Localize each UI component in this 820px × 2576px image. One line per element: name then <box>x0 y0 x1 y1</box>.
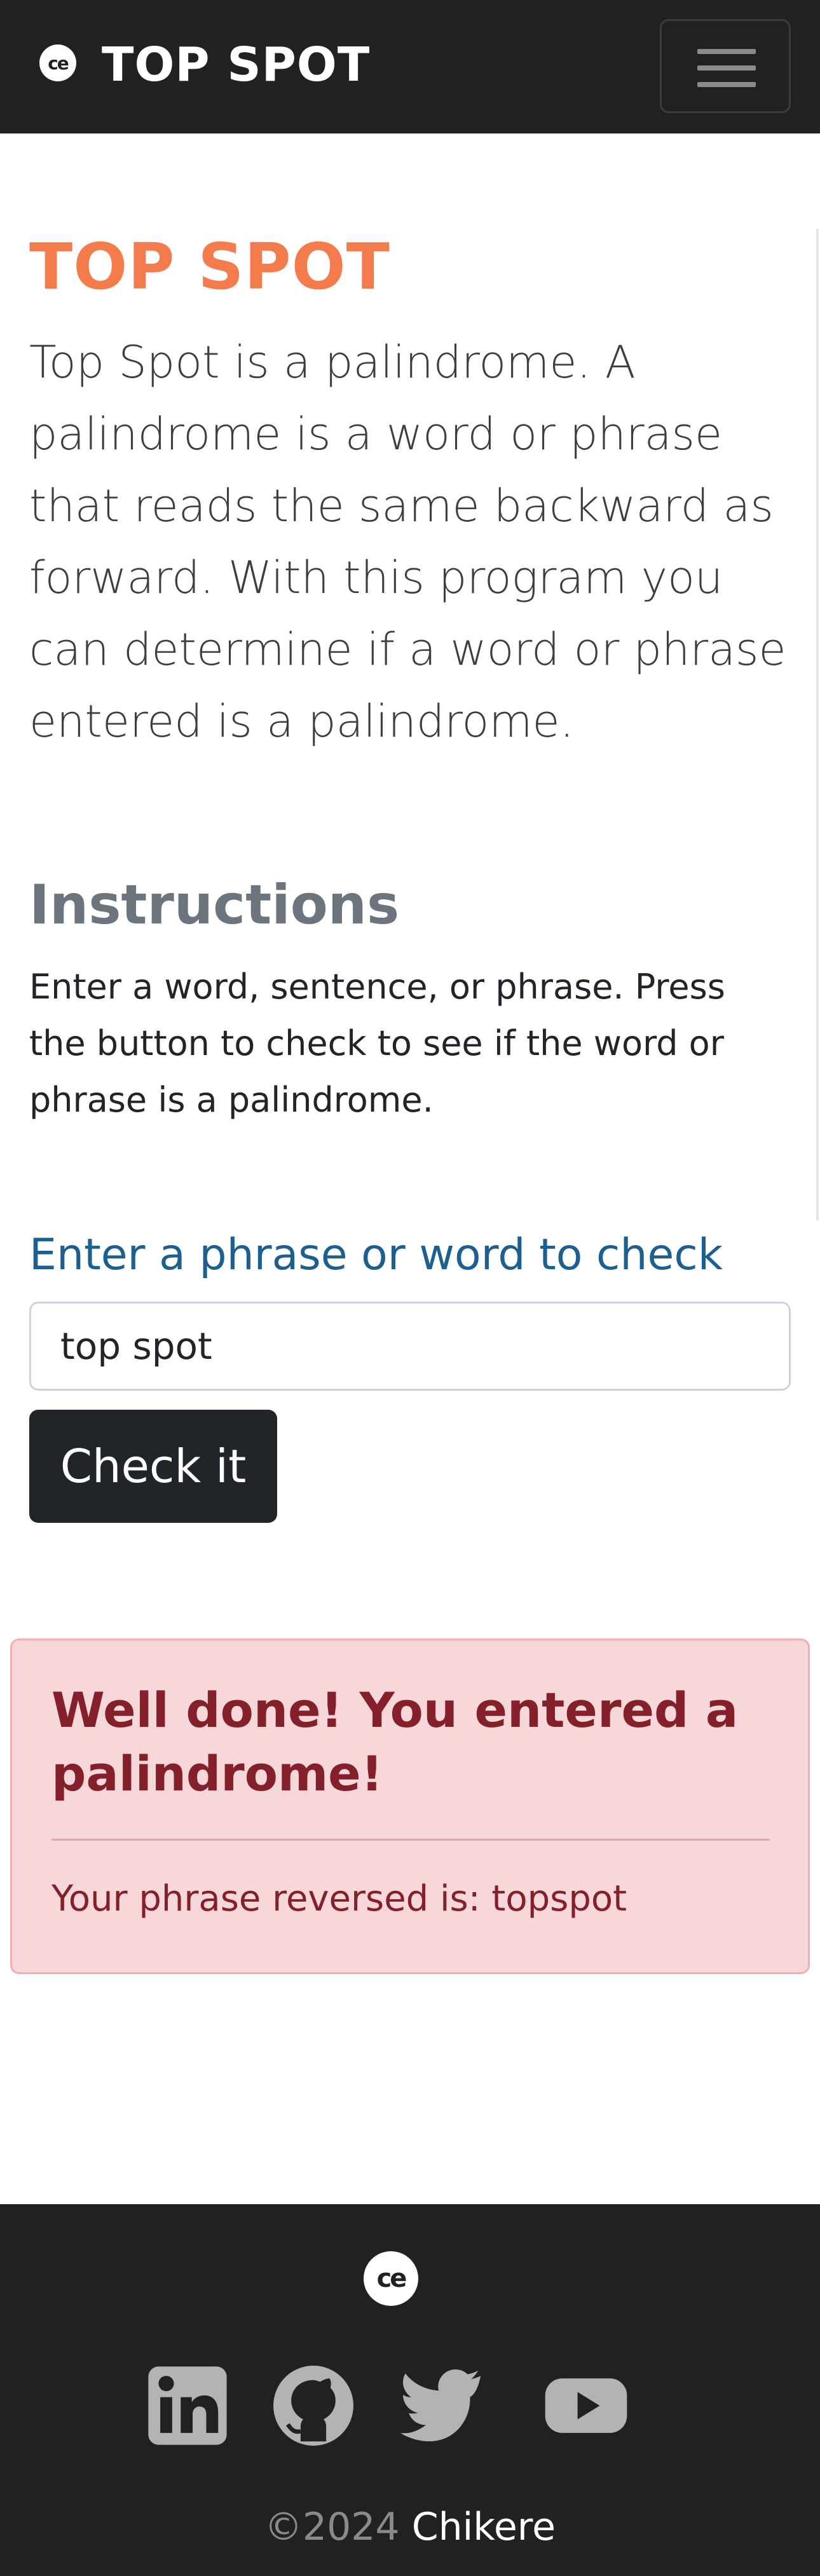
check-it-button[interactable]: Check it <box>29 1410 277 1523</box>
hamburger-icon <box>697 49 756 54</box>
copyright-year: ©2024 <box>264 2505 400 2549</box>
instructions-heading: Instructions <box>29 873 400 937</box>
github-icon[interactable] <box>271 2363 356 2448</box>
alert-divider <box>51 1839 770 1841</box>
alert-heading: Well done! You entered a palindrome! <box>51 1682 739 1802</box>
result-alert: Well done! You entered a palindrome! You… <box>10 1639 810 1974</box>
page-title: TOP SPOT <box>29 229 390 304</box>
twitter-icon[interactable] <box>400 2363 486 2448</box>
phrase-input-label: Enter a phrase or word to check <box>29 1230 723 1280</box>
hamburger-icon-bar <box>697 82 756 87</box>
footer-logo[interactable]: ce <box>364 2251 418 2306</box>
menu-toggle-button[interactable] <box>660 19 791 113</box>
instructions-text: Enter a word, sentence, or phrase. Press… <box>29 967 725 1120</box>
reversed-phrase-text: Your phrase reversed is: topspot <box>51 1878 627 1919</box>
hamburger-icon-bar <box>697 65 756 71</box>
copyright: ©2024 Chikere <box>0 2502 820 2552</box>
scrollbar[interactable] <box>816 229 819 1220</box>
linkedin-icon[interactable] <box>145 2363 230 2448</box>
brand-name[interactable]: TOP SPOT <box>102 33 370 97</box>
footer: ce ©2024 Chikere <box>0 2204 820 2576</box>
youtube-icon[interactable] <box>542 2363 631 2448</box>
author-link[interactable]: Chikere <box>412 2505 556 2549</box>
phrase-input[interactable] <box>29 1302 791 1391</box>
intro-paragraph: Top Spot is a palindrome. A palindrome i… <box>29 336 786 747</box>
navbar: ce TOP SPOT <box>0 0 820 133</box>
brand-logo[interactable]: ce <box>39 44 76 81</box>
